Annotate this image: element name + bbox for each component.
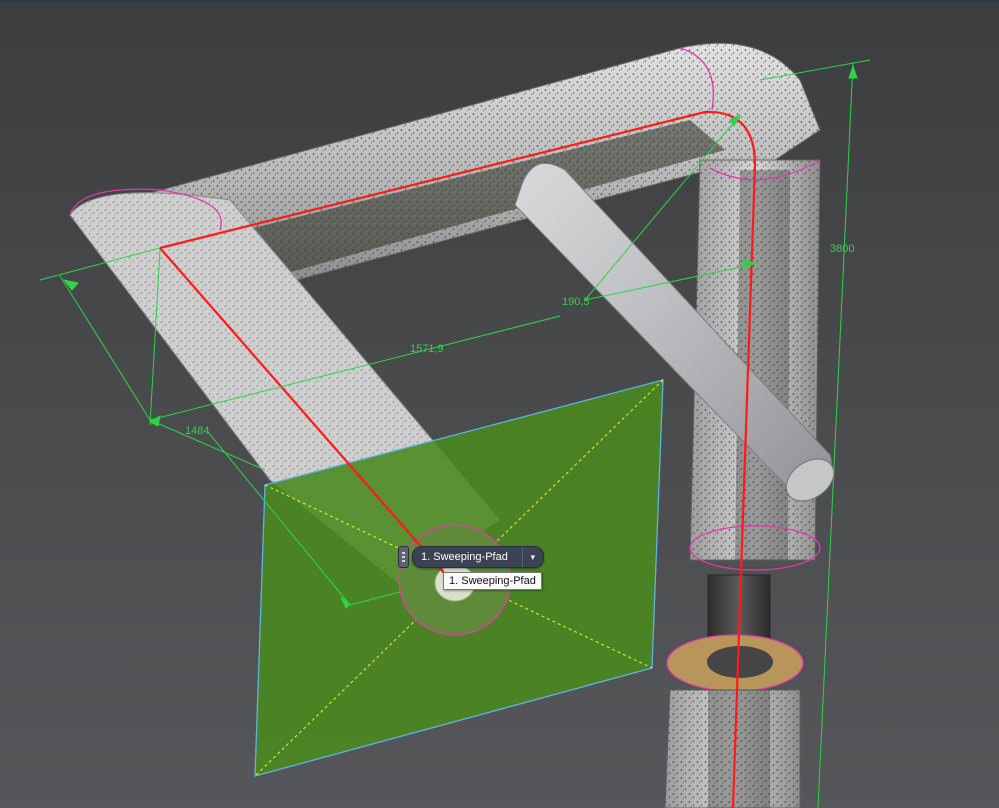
dimension-label-1571-9: 1571,9: [410, 343, 444, 355]
scene-canvas[interactable]: 3800 190,5 1571,9 1484: [0, 0, 999, 808]
dimension-label-190-5: 190,5: [562, 296, 590, 308]
dimension-label-3800: 3800: [830, 243, 854, 255]
chevron-down-icon[interactable]: ▼: [521, 547, 543, 567]
sweep-path-tooltip: 1. Sweeping-Pfad: [443, 572, 542, 590]
dimension-label-1484: 1484: [185, 425, 209, 437]
sweep-path-dropdown-label: 1. Sweeping-Pfad: [421, 551, 508, 563]
sweep-path-selector[interactable]: 1. Sweeping-Pfad ▼: [398, 546, 544, 568]
3d-viewport[interactable]: 3800 190,5 1571,9 1484 1. Sweeping-Pfad …: [0, 0, 999, 808]
grip-handle-icon[interactable]: [398, 546, 409, 568]
sweep-path-dropdown[interactable]: 1. Sweeping-Pfad ▼: [412, 546, 544, 568]
